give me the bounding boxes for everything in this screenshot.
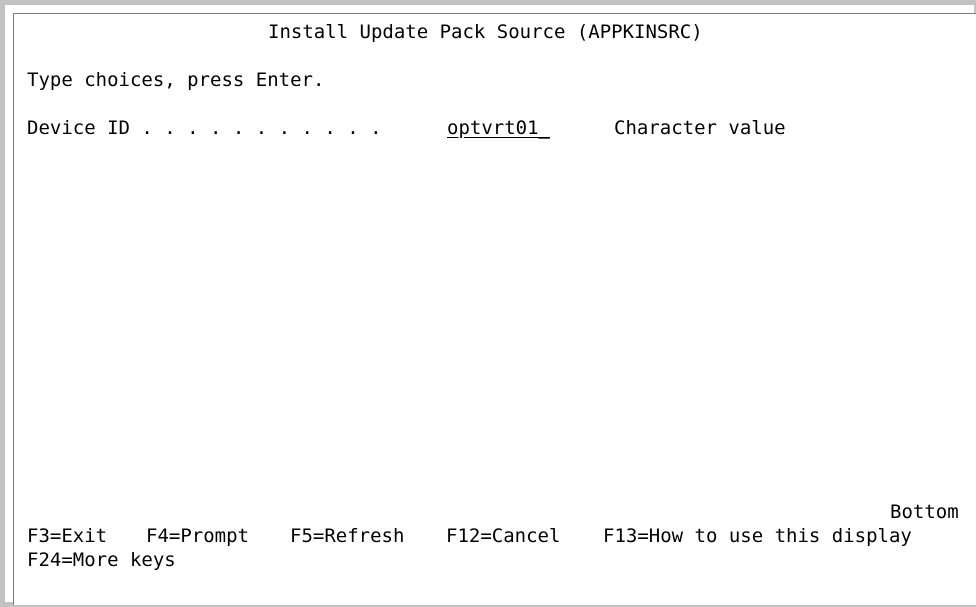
f3-exit-key[interactable]: F3=Exit	[27, 524, 107, 548]
f12-cancel-key[interactable]: F12=Cancel	[446, 524, 560, 548]
f24-more-keys[interactable]: F24=More keys	[27, 548, 176, 572]
f4-prompt-key[interactable]: F4=Prompt	[146, 524, 249, 548]
f5-refresh-key[interactable]: F5=Refresh	[290, 524, 404, 548]
terminal-screen	[13, 13, 976, 605]
screen-title: Install Update Pack Source (APPKINSRC)	[268, 21, 703, 43]
f13-help-key[interactable]: F13=How to use this display	[603, 524, 912, 548]
device-id-input[interactable]: optvrt01_	[447, 116, 550, 140]
scroll-indicator: Bottom	[890, 501, 959, 523]
device-id-hint: Character value	[614, 117, 786, 139]
device-id-label: Device ID . . . . . . . . . . .	[27, 117, 382, 139]
instruction-text: Type choices, press Enter.	[27, 69, 325, 91]
